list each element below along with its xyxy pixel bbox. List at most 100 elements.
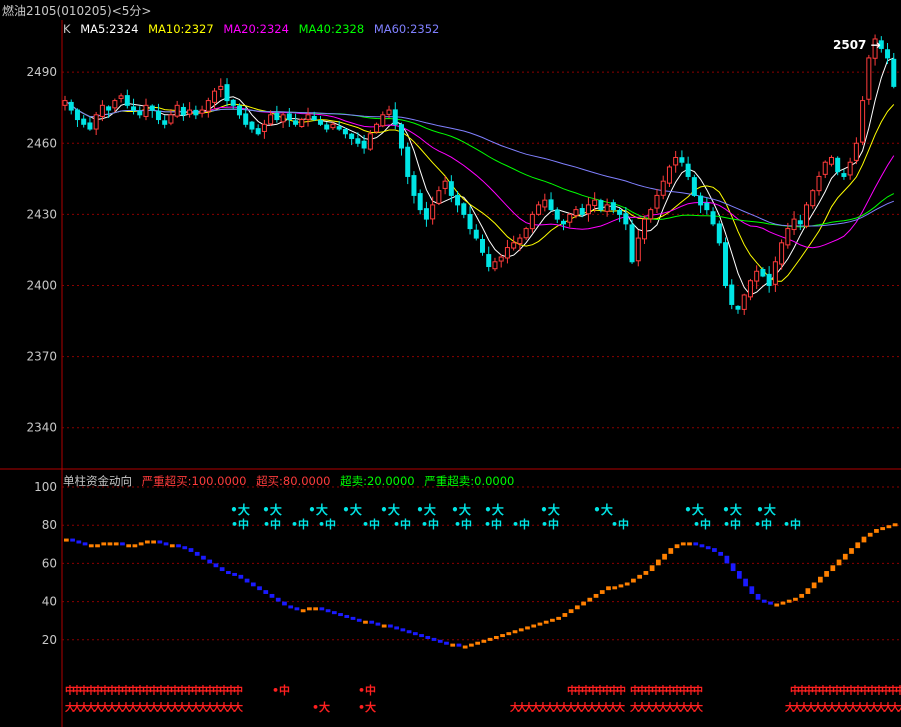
oscillator-bar <box>394 626 399 630</box>
candle-body <box>623 213 629 225</box>
line-ma40 <box>64 100 895 228</box>
candle-body <box>673 156 679 166</box>
candle-body <box>735 305 741 310</box>
candle-body <box>218 85 224 90</box>
candle-body <box>567 213 573 223</box>
candle-body <box>411 175 417 196</box>
candle-body <box>68 101 74 111</box>
candle-body <box>679 157 685 163</box>
oscillator-bar <box>238 574 244 579</box>
candle-body <box>336 126 342 130</box>
oscillator-bar <box>244 578 250 583</box>
line-ma5 <box>64 57 895 296</box>
candle-body <box>828 156 834 165</box>
signal-mid-top: •中 <box>541 517 559 531</box>
oscillator-bar <box>213 563 219 568</box>
candle-body <box>860 100 866 143</box>
oscillator-bar <box>699 544 705 548</box>
signal-mid-top: •中 <box>783 517 801 531</box>
oscillator-bar <box>294 607 300 611</box>
price-tick-label: 2430 <box>26 207 57 221</box>
candle-body <box>149 105 155 111</box>
candle-body <box>816 175 822 192</box>
oscillator-bar <box>406 630 412 634</box>
oscillator-bar <box>469 643 474 647</box>
candle-body <box>723 242 729 286</box>
oscillator-bar <box>643 571 649 575</box>
candle-body <box>841 173 847 177</box>
oscillator-bar <box>300 609 306 613</box>
oscillator-bar <box>126 544 132 548</box>
oscillator-bar <box>176 544 181 548</box>
oscillator-bar <box>475 641 480 645</box>
oscillator-bar <box>855 542 861 549</box>
candle-body <box>224 84 230 102</box>
oscillator-bar <box>574 605 580 610</box>
oscillator-bar <box>138 542 144 546</box>
moving-average-lines <box>64 57 895 296</box>
legend-ma10: MA10:2327 <box>148 22 214 36</box>
oscillator-bar <box>799 593 805 598</box>
legend-ma40: MA40:2328 <box>298 22 365 36</box>
legend-ma60: MA60:2352 <box>373 22 440 36</box>
candle-body <box>747 280 753 298</box>
oscillator-bar <box>338 613 343 617</box>
candle-body <box>772 261 778 285</box>
candle-body <box>243 113 249 125</box>
oscillator-bar <box>836 559 842 566</box>
legend-ma20: MA20:2324 <box>223 22 289 36</box>
candle-body <box>461 203 467 215</box>
candle-body <box>342 128 348 135</box>
oscillator-bar <box>886 525 892 529</box>
oscillator-bar <box>618 584 624 588</box>
oscillator-bar <box>462 645 468 649</box>
oscillator-bar <box>606 586 611 591</box>
oscillator-bar <box>82 542 88 546</box>
candle-body <box>193 109 199 116</box>
chart-canvas: 2490 2460 2430 2400 2370 2340 2507 → 100 80 60 4… <box>0 20 901 727</box>
oscillator-bar <box>425 635 431 639</box>
candle-body <box>317 120 323 125</box>
candle-body <box>635 237 641 262</box>
oscillator-bar <box>356 618 362 622</box>
candle-body <box>417 193 423 211</box>
signal-big-top: •大 <box>540 502 560 517</box>
oscillator-bar <box>830 565 836 572</box>
oscillator-bar <box>817 576 823 583</box>
oscillator-bar <box>331 611 337 615</box>
oscillator-bar <box>70 538 75 542</box>
oscillator-tick-label: 60 <box>42 556 57 570</box>
oscillator-bar <box>550 618 555 622</box>
signal-big-top: •大 <box>684 502 704 517</box>
legend-k: K <box>63 22 71 36</box>
candle-body <box>710 211 716 225</box>
candle-body <box>199 109 205 114</box>
oscillator-bar <box>562 613 568 617</box>
oscillator-bar <box>250 582 256 587</box>
candle-body <box>598 200 604 211</box>
oscillator-bar <box>774 603 780 607</box>
oscillator-bar <box>537 622 543 626</box>
candle-body <box>648 209 654 220</box>
oscillator-bar <box>201 555 206 560</box>
oscillator-bar <box>867 532 873 537</box>
signal-mid-top: •中 <box>512 517 530 531</box>
oscillator-bar <box>269 593 275 598</box>
oscillator-axis: 100 80 60 40 20 <box>34 480 57 647</box>
candle-body <box>81 118 87 125</box>
oscillator-bar <box>64 538 69 542</box>
oscillator-bar <box>419 634 424 638</box>
oscillator-bar <box>120 542 125 546</box>
oscillator-bar <box>668 548 674 554</box>
price-tick-label: 2460 <box>26 136 57 150</box>
legend-overbought: 超买:80.0000 <box>256 474 331 488</box>
signal-big-top: •大 <box>416 502 436 517</box>
oscillator-bar <box>456 643 462 647</box>
signal-big-bottom: 大 <box>233 701 243 714</box>
oscillator-bar <box>288 605 294 609</box>
candle-body <box>286 113 292 121</box>
oscillator-bar <box>163 542 169 546</box>
candle-body <box>380 114 386 127</box>
candle-body <box>174 104 180 117</box>
candle-body <box>766 273 772 286</box>
